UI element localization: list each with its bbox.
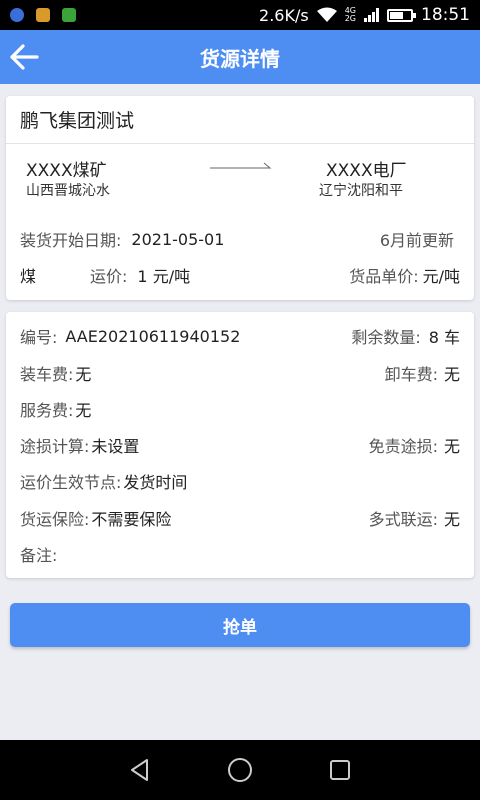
effective-row: 运价生效节点: 发货时间: [20, 469, 460, 493]
load-date-value: 2021-05-01: [131, 229, 225, 249]
network-speed: 2.6K/s: [259, 5, 309, 25]
app-notification-icon: [62, 8, 76, 22]
loading-fee-label: 装车费:: [20, 365, 74, 384]
unit-price-value: 元/吨: [422, 267, 460, 286]
arrow-left-icon: [10, 44, 39, 70]
clock: 18:51: [421, 5, 470, 25]
circle-home-icon: [228, 758, 252, 782]
unloading-fee-value: 无: [443, 365, 460, 384]
cargo-details-card: 编号: AAE20210611940152 剩余数量: 8 车 装车费: 无 卸…: [6, 312, 474, 578]
freight-label: 运价:: [90, 267, 128, 286]
destination-location: 辽宁沈阳和平: [319, 183, 403, 199]
wifi-icon: [316, 7, 337, 22]
status-bar: 2.6K/s 4G 2G 18:51: [0, 0, 480, 30]
loss-exempt-value: 无: [443, 437, 460, 456]
loading-fee-value: 无: [75, 365, 92, 384]
multimodal-value: 无: [443, 510, 460, 529]
company-name: 鹏飞集团测试: [6, 96, 474, 144]
insurance-row: 货运保险: 不需要保险 多式联运: 无: [20, 506, 460, 530]
service-fee-label: 服务费:: [20, 401, 74, 420]
nav-back-button[interactable]: [120, 750, 160, 790]
multimodal-label: 多式联运:: [368, 510, 438, 529]
route: XXXX煤矿 山西晋城沁水 XXXX电厂 辽宁沈阳和平: [6, 144, 474, 208]
insurance-value: 不需要保险: [91, 510, 172, 529]
destination-name: XXXX电厂: [326, 161, 407, 181]
loss-calc-value: 未设置: [91, 437, 140, 456]
loss-exempt-label: 免责途损:: [368, 437, 438, 456]
navigation-bar: [0, 740, 480, 800]
number-label: 编号:: [20, 328, 58, 347]
fee-row: 装车费: 无 卸车费: 无: [20, 361, 460, 385]
square-recents-icon: [330, 760, 350, 780]
grab-order-button[interactable]: 抢单: [10, 603, 470, 647]
insurance-label: 货运保险:: [20, 510, 90, 529]
nav-recents-button[interactable]: [320, 750, 360, 790]
triangle-back-icon: [131, 759, 148, 781]
battery-icon: [387, 8, 416, 22]
remaining-value: 8 车: [428, 328, 460, 347]
goods-type: 煤: [20, 267, 37, 286]
back-button[interactable]: [6, 39, 42, 75]
unit-price-label: 货品单价:: [349, 267, 419, 286]
load-date-label: 装货开始日期:: [20, 231, 122, 250]
nav-home-button[interactable]: [220, 750, 260, 790]
signal-icon: [364, 8, 379, 22]
unloading-fee-label: 卸车费:: [384, 365, 438, 384]
number-value: AAE20210611940152: [65, 326, 241, 346]
network-type: 4G 2G: [344, 6, 356, 23]
service-fee-value: 无: [75, 401, 92, 420]
remark-row: 备注:: [20, 542, 460, 566]
updated-time: 6月前更新: [379, 231, 454, 250]
route-arrow-icon: [210, 162, 272, 169]
app-bar: 货源详情: [0, 30, 480, 84]
load-date-row: 装货开始日期: 2021-05-01 6月前更新: [20, 227, 460, 251]
service-fee-row: 服务费: 无: [20, 397, 460, 421]
number-row: 编号: AAE20210611940152 剩余数量: 8 车: [20, 324, 460, 348]
loss-row: 途损计算: 未设置 免责途损: 无: [20, 433, 460, 457]
freight-value: 1 元/吨: [137, 267, 191, 286]
remaining-label: 剩余数量:: [351, 328, 421, 347]
origin-name: XXXX煤矿: [26, 161, 107, 181]
cargo-summary-card: 鹏飞集团测试 XXXX煤矿 山西晋城沁水 XXXX电厂 辽宁沈阳和平 装货开始日…: [6, 96, 474, 300]
effective-label: 运价生效节点:: [20, 473, 122, 492]
remark-label: 备注:: [20, 546, 58, 565]
app-notification-icon: [36, 8, 50, 22]
origin-location: 山西晋城沁水: [26, 183, 110, 199]
loss-calc-label: 途损计算:: [20, 437, 90, 456]
app-notification-icon: [10, 8, 24, 22]
price-row: 煤 运价: 1 元/吨 货品单价: 元/吨: [20, 263, 460, 287]
page-title: 货源详情: [200, 46, 280, 71]
effective-value: 发货时间: [123, 473, 188, 492]
